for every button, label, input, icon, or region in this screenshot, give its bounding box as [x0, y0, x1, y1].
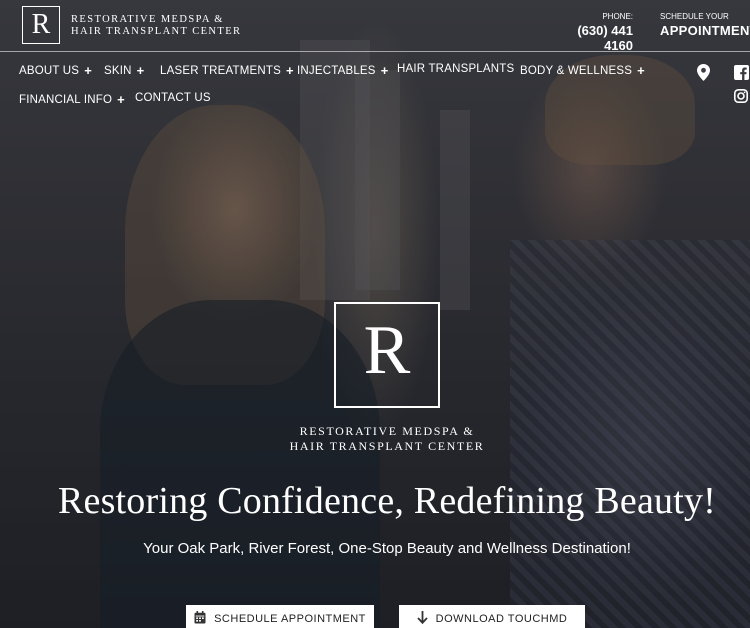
logo-line-2: HAIR TRANSPLANT CENTER — [71, 26, 242, 37]
nav-item-body-wellness[interactable]: BODY & WELLNESS + — [520, 63, 645, 78]
nav-label: LASER TREATMENTS — [160, 64, 281, 77]
plus-icon: + — [286, 63, 294, 78]
hero-brand-name: RESTORATIVE MEDSPA & HAIR TRANSPLANT CEN… — [0, 424, 750, 454]
hero-name-line-2: HAIR TRANSPLANT CENTER — [289, 439, 485, 453]
phone-number[interactable]: (630) 441 4160 — [548, 23, 633, 53]
download-touchmd-label: DOWNLOAD TOUCHMD — [435, 613, 568, 625]
nav-label: INJECTABLES — [297, 64, 376, 77]
hero-logo: R — [334, 302, 440, 408]
nav-item-injectables[interactable]: INJECTABLES + — [297, 63, 388, 78]
hero-logo-letter: R — [363, 312, 411, 389]
schedule-appointment-button[interactable]: SCHEDULE APPOINTMENT — [186, 605, 374, 628]
nav-label: HAIR TRANSPLANTS — [397, 63, 515, 75]
nav-item-hair-transplants[interactable]: HAIR TRANSPLANTS — [397, 63, 514, 75]
logo-text[interactable]: RESTORATIVE MEDSPA & HAIR TRANSPLANT CEN… — [71, 14, 241, 38]
plus-icon: + — [117, 92, 125, 107]
appointment-label: SCHEDULE YOUR — [660, 12, 729, 21]
nav-label: FINANCIAL INFO — [19, 93, 113, 106]
schedule-appointment-link[interactable]: SCHEDULE YOUR APPOINTMENT — [660, 12, 750, 38]
appointment-value: APPOINTMENT — [660, 23, 750, 38]
logo-letter: R — [31, 9, 51, 40]
facebook-icon[interactable] — [734, 65, 749, 80]
nav-item-laser-treatments[interactable]: LASER TREATMENTS + — [160, 63, 294, 78]
logo-line-1: RESTORATIVE MEDSPA & — [71, 14, 224, 25]
phone-label: PHONE: — [602, 12, 633, 21]
nav-item-skin[interactable]: SKIN + — [104, 63, 144, 78]
plus-icon: + — [637, 63, 645, 78]
hero-subheadline: Your Oak Park, River Forest, One-Stop Be… — [143, 540, 631, 557]
plus-icon: + — [84, 63, 92, 78]
map-pin-icon[interactable] — [697, 64, 710, 81]
nav-label: BODY & WELLNESS — [520, 64, 633, 77]
download-touchmd-button[interactable]: DOWNLOAD TOUCHMD — [399, 605, 585, 628]
schedule-appointment-label: SCHEDULE APPOINTMENT — [214, 613, 366, 625]
nav-item-financial-info[interactable]: FINANCIAL INFO + — [19, 92, 125, 107]
arrow-down-icon — [417, 611, 428, 627]
instagram-icon[interactable] — [734, 89, 748, 103]
header-logo[interactable]: R — [22, 6, 60, 44]
nav-item-about-us[interactable]: ABOUT US + — [19, 63, 92, 78]
nav-label: ABOUT US — [19, 64, 80, 77]
nav-item-contact-us[interactable]: CONTACT US — [135, 92, 211, 104]
phone-block[interactable]: PHONE: (630) 441 4160 — [548, 12, 633, 53]
nav-label: CONTACT US — [135, 92, 211, 104]
nav-label: SKIN — [104, 64, 132, 77]
plus-icon: + — [380, 63, 389, 78]
calendar-icon — [194, 611, 206, 627]
hero-headline: Restoring Confidence, Redefining Beauty! — [57, 480, 717, 522]
hero-name-line-1: RESTORATIVE MEDSPA & — [299, 424, 475, 438]
site-header: R RESTORATIVE MEDSPA & HAIR TRANSPLANT C… — [0, 0, 750, 53]
plus-icon: + — [136, 63, 145, 78]
